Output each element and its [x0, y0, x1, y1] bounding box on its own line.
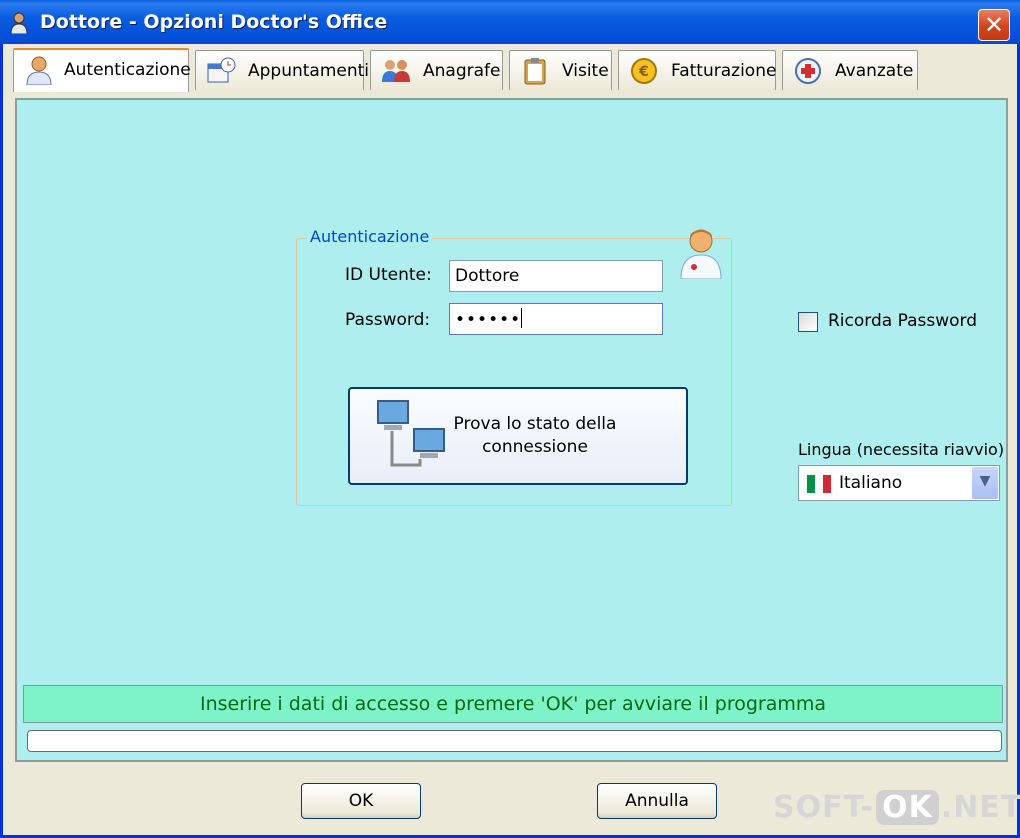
watermark: SOFT- OK .NET [773, 790, 1020, 825]
tab-label: Fatturazione [671, 61, 777, 81]
text-cursor [521, 308, 523, 328]
tab-label: Visite [562, 61, 609, 81]
tab-avanzate[interactable]: Avanzate [782, 50, 918, 90]
medkit-icon [795, 58, 821, 84]
language-label: Lingua (necessita riavvio) [798, 440, 1005, 459]
groupbox-title: Autenticazione [307, 227, 433, 246]
tab-label: Avanzate [835, 61, 914, 81]
doctor-icon [26, 56, 52, 85]
tab-autenticazione[interactable]: Autenticazione [13, 48, 191, 92]
user-id-label: ID Utente: [345, 265, 432, 285]
people-icon [382, 60, 410, 82]
italy-flag-icon [807, 475, 831, 493]
test-connection-label: Prova lo stato della connessione [453, 414, 617, 457]
test-connection-button[interactable]: Prova lo stato della connessione [348, 387, 688, 485]
user-id-input[interactable] [449, 260, 663, 292]
chevron-down-icon: ▼ [979, 473, 991, 489]
password-label: Password: [345, 310, 431, 330]
dropdown-button[interactable]: ▼ [972, 467, 998, 499]
status-message: Inserire i dati di accesso e premere 'OK… [23, 685, 1003, 723]
clipboard-icon [524, 58, 546, 85]
tab-label: Appuntamenti [248, 61, 370, 81]
options-window: Dottore - Opzioni Doctor's Office ✕ Aute… [0, 0, 1020, 838]
cancel-button[interactable]: Annulla [597, 783, 717, 819]
tab-panel-autenticazione: Autenticazione ID Utente: Password: ••••… [15, 98, 1008, 762]
ok-button[interactable]: OK [301, 783, 421, 819]
doctor-avatar-icon [680, 229, 722, 279]
language-select[interactable]: Italiano ▼ [798, 465, 1000, 501]
language-selected: Italiano [839, 473, 903, 493]
password-input[interactable]: •••••• [449, 303, 663, 335]
remember-password-checkbox[interactable] [798, 312, 818, 332]
title-bar[interactable]: Dottore - Opzioni Doctor's Office ✕ [0, 0, 1020, 44]
tab-label: Autenticazione [64, 60, 191, 80]
calendar-clock-icon [207, 57, 236, 83]
progress-bar [27, 730, 1002, 752]
tab-fatturazione[interactable]: € Fatturazione [618, 50, 776, 90]
doctor-icon [10, 12, 28, 34]
window-title: Dottore - Opzioni Doctor's Office [40, 11, 388, 33]
tab-appuntamenti[interactable]: Appuntamenti [195, 50, 369, 90]
remember-password-label[interactable]: Ricorda Password [828, 311, 977, 331]
tab-label: Anagrafe [423, 61, 501, 81]
euro-coin-icon: € [631, 58, 657, 84]
close-button[interactable]: ✕ [978, 9, 1010, 41]
svg-text:€: € [638, 64, 649, 80]
tab-visite[interactable]: Visite [509, 50, 612, 90]
close-icon: ✕ [983, 11, 1005, 39]
tab-anagrafe[interactable]: Anagrafe [370, 50, 503, 90]
password-mask: •••••• [455, 310, 522, 330]
